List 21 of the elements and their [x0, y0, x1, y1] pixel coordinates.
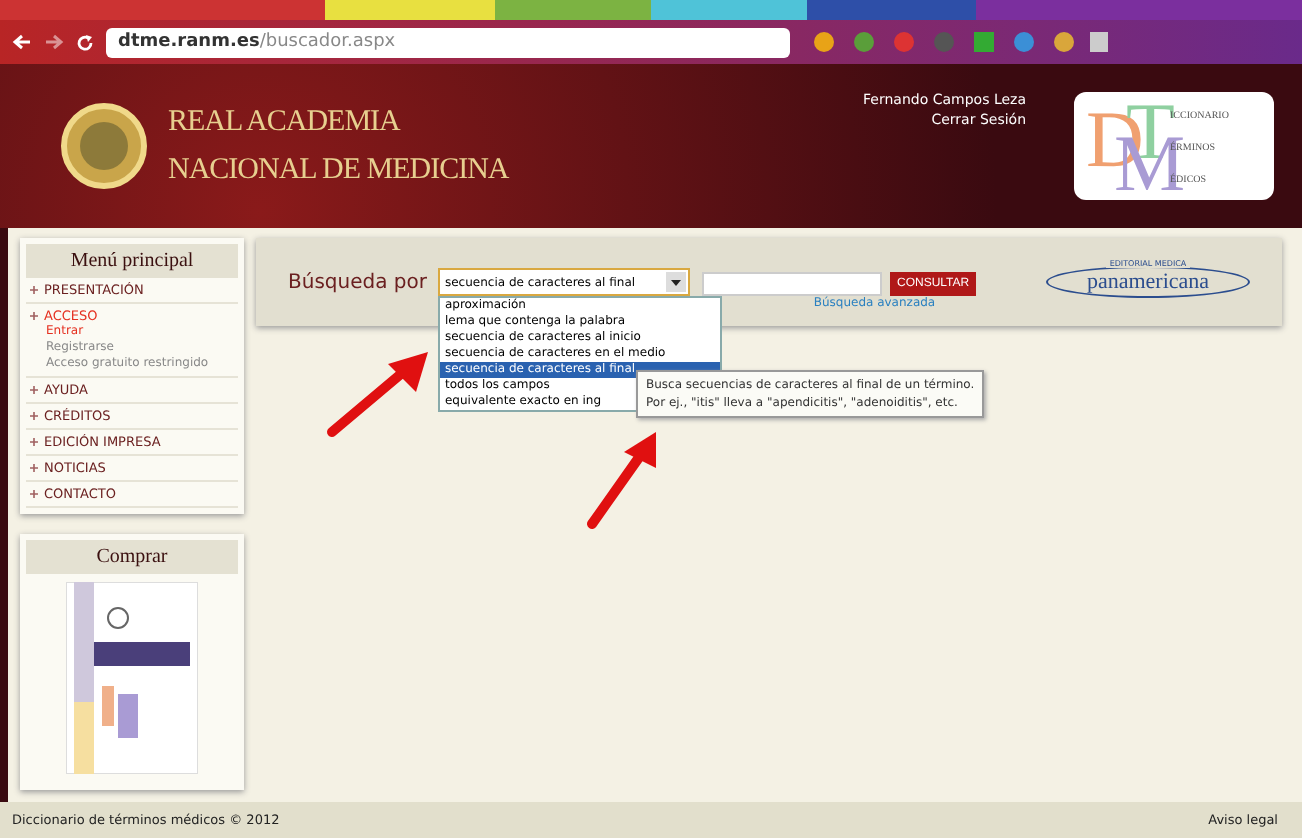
academy-title: NACIONAL DE MEDICINA: [168, 152, 511, 190]
plus-icon: [30, 412, 38, 420]
menu-title: Menú principal: [26, 244, 238, 278]
seal-logo-icon: [60, 102, 148, 190]
extension-icons-drawing[interactable]: [810, 28, 1110, 56]
back-icon[interactable]: [12, 34, 32, 50]
plus-icon: [30, 490, 38, 498]
caret-icon: [666, 272, 687, 292]
plus-icon: [30, 464, 38, 472]
search-input[interactable]: [702, 271, 883, 295]
forward-icon[interactable]: [44, 34, 64, 50]
buy-title: Comprar: [26, 540, 238, 574]
plus-icon: [30, 438, 38, 446]
plus-icon: [30, 386, 38, 394]
book-cover-drawing[interactable]: [66, 582, 198, 774]
address-bar[interactable]: dtme.ranm.es/buscador.aspx: [106, 27, 790, 57]
plus-icon: [30, 312, 38, 320]
plus-icon: [30, 286, 38, 294]
academy-title: REAL ACADEMIA: [168, 104, 403, 142]
reload-icon[interactable]: [76, 33, 94, 51]
search-by-label: Búsqueda por: [288, 271, 427, 293]
